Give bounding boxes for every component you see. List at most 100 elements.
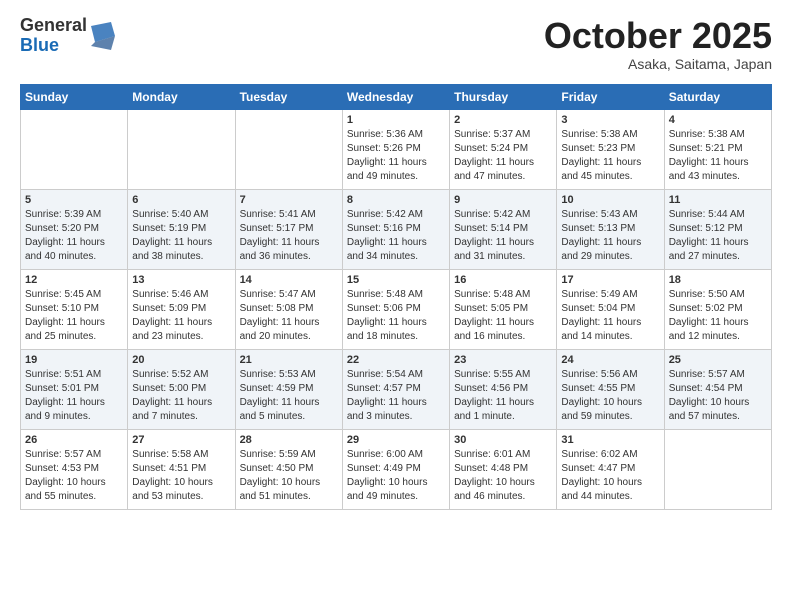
cell-info: Sunrise: 5:57 AMSunset: 4:53 PMDaylight:…	[25, 448, 123, 504]
cell-info: Sunrise: 5:39 AMSunset: 5:20 PMDaylight:…	[25, 208, 123, 264]
weekday-header-monday: Monday	[128, 84, 235, 109]
day-number: 5	[25, 194, 123, 206]
cell-info: Sunrise: 5:58 AMSunset: 4:51 PMDaylight:…	[132, 448, 230, 504]
day-number: 2	[454, 114, 552, 126]
day-number: 6	[132, 194, 230, 206]
logo-blue: Blue	[20, 36, 87, 56]
cell-info: Sunrise: 5:56 AMSunset: 4:55 PMDaylight:…	[561, 368, 659, 424]
calendar-cell: 15 Sunrise: 5:48 AMSunset: 5:06 PMDayligh…	[342, 269, 449, 349]
cell-info: Sunrise: 5:38 AMSunset: 5:23 PMDaylight:…	[561, 128, 659, 184]
cell-info: Sunrise: 5:43 AMSunset: 5:13 PMDaylight:…	[561, 208, 659, 264]
day-number: 20	[132, 354, 230, 366]
weekday-header-wednesday: Wednesday	[342, 84, 449, 109]
day-number: 17	[561, 274, 659, 286]
calendar-cell: 1Sunrise: 5:36 AMSunset: 5:26 PMDaylight…	[342, 109, 449, 189]
day-number: 29	[347, 434, 445, 446]
cell-info: Sunrise: 5:51 AMSunset: 5:01 PMDaylight:…	[25, 368, 123, 424]
day-number: 19	[25, 354, 123, 366]
calendar-cell: 22Sunrise: 5:54 AMSunset: 4:57 PMDayligh…	[342, 349, 449, 429]
cell-info: Sunrise: 5:40 AMSunset: 5:19 PMDaylight:…	[132, 208, 230, 264]
calendar-cell: 18 Sunrise: 5:50 AMSunset: 5:02 PMDayligh…	[664, 269, 771, 349]
cell-info: Sunrise: 6:01 AMSunset: 4:48 PMDaylight:…	[454, 448, 552, 504]
calendar-week-row: 26Sunrise: 5:57 AMSunset: 4:53 PMDayligh…	[21, 429, 772, 509]
calendar-cell: 10Sunrise: 5:43 AMSunset: 5:13 PMDayligh…	[557, 189, 664, 269]
cell-info: Sunrise: 5:42 AMSunset: 5:16 PMDaylight:…	[347, 208, 445, 264]
calendar-cell: 21Sunrise: 5:53 AMSunset: 4:59 PMDayligh…	[235, 349, 342, 429]
cell-info: Sunrise: 5:41 AMSunset: 5:17 PMDaylight:…	[240, 208, 338, 264]
calendar-cell: 31 Sunrise: 6:02 AMSunset: 4:47 PMDayligh…	[557, 429, 664, 509]
day-number: 9	[454, 194, 552, 206]
weekday-header-row: SundayMondayTuesdayWednesdayThursdayFrid…	[21, 84, 772, 109]
day-number: 14	[240, 274, 338, 286]
day-number: 3	[561, 114, 659, 126]
cell-info: Sunrise: 5:48 AMSunset: 5:06 PMDaylight:…	[347, 288, 445, 344]
day-number: 21	[240, 354, 338, 366]
calendar-cell: 20 Sunrise: 5:52 AMSunset: 5:00 PMDayligh…	[128, 349, 235, 429]
cell-info: Sunrise: 6:02 AMSunset: 4:47 PMDaylight:…	[561, 448, 659, 504]
cell-info: Sunrise: 5:55 AMSunset: 4:56 PMDaylight:…	[454, 368, 552, 424]
day-number: 8	[347, 194, 445, 206]
calendar-cell: 29 Sunrise: 6:00 AMSunset: 4:49 PMDayligh…	[342, 429, 449, 509]
day-number: 7	[240, 194, 338, 206]
cell-info: Sunrise: 5:44 AMSunset: 5:12 PMDaylight:…	[669, 208, 767, 264]
calendar-cell: 27Sunrise: 5:58 AMSunset: 4:51 PMDayligh…	[128, 429, 235, 509]
calendar-cell: 12 Sunrise: 5:45 AMSunset: 5:10 PMDayligh…	[21, 269, 128, 349]
calendar-cell: 25Sunrise: 5:57 AMSunset: 4:54 PMDayligh…	[664, 349, 771, 429]
weekday-header-tuesday: Tuesday	[235, 84, 342, 109]
day-number: 13	[132, 274, 230, 286]
day-number: 25	[669, 354, 767, 366]
calendar-cell: 4 Sunrise: 5:38 AMSunset: 5:21 PMDaylight…	[664, 109, 771, 189]
day-number: 31	[561, 434, 659, 446]
calendar-cell: 11 Sunrise: 5:44 AMSunset: 5:12 PMDayligh…	[664, 189, 771, 269]
calendar-cell: 13 Sunrise: 5:46 AMSunset: 5:09 PMDayligh…	[128, 269, 235, 349]
calendar-cell: 19 Sunrise: 5:51 AMSunset: 5:01 PMDayligh…	[21, 349, 128, 429]
calendar-cell: 2Sunrise: 5:37 AMSunset: 5:24 PMDaylight…	[450, 109, 557, 189]
cell-info: Sunrise: 5:52 AMSunset: 5:00 PMDaylight:…	[132, 368, 230, 424]
weekday-header-friday: Friday	[557, 84, 664, 109]
month-title: October 2025	[544, 16, 772, 56]
calendar-cell: 8 Sunrise: 5:42 AMSunset: 5:16 PMDaylight…	[342, 189, 449, 269]
day-number: 12	[25, 274, 123, 286]
calendar-table: SundayMondayTuesdayWednesdayThursdayFrid…	[20, 84, 772, 510]
cell-info: Sunrise: 5:45 AMSunset: 5:10 PMDaylight:…	[25, 288, 123, 344]
weekday-header-sunday: Sunday	[21, 84, 128, 109]
logo: General Blue	[20, 16, 115, 56]
day-number: 23	[454, 354, 552, 366]
header: General Blue October 2025 Asaka, Saitama…	[20, 16, 772, 72]
location: Asaka, Saitama, Japan	[544, 56, 772, 72]
weekday-header-thursday: Thursday	[450, 84, 557, 109]
day-number: 16	[454, 274, 552, 286]
calendar-cell: 3 Sunrise: 5:38 AMSunset: 5:23 PMDaylight…	[557, 109, 664, 189]
calendar-cell: 24 Sunrise: 5:56 AMSunset: 4:55 PMDayligh…	[557, 349, 664, 429]
calendar-week-row: 19 Sunrise: 5:51 AMSunset: 5:01 PMDayligh…	[21, 349, 772, 429]
logo-icon	[91, 22, 115, 50]
calendar-cell: 5 Sunrise: 5:39 AMSunset: 5:20 PMDaylight…	[21, 189, 128, 269]
calendar-week-row: 1Sunrise: 5:36 AMSunset: 5:26 PMDaylight…	[21, 109, 772, 189]
day-number: 28	[240, 434, 338, 446]
cell-info: Sunrise: 5:38 AMSunset: 5:21 PMDaylight:…	[669, 128, 767, 184]
weekday-header-saturday: Saturday	[664, 84, 771, 109]
cell-info: Sunrise: 5:59 AMSunset: 4:50 PMDaylight:…	[240, 448, 338, 504]
day-number: 24	[561, 354, 659, 366]
calendar-cell: 26Sunrise: 5:57 AMSunset: 4:53 PMDayligh…	[21, 429, 128, 509]
cell-info: Sunrise: 5:54 AMSunset: 4:57 PMDaylight:…	[347, 368, 445, 424]
cell-info: Sunrise: 5:48 AMSunset: 5:05 PMDaylight:…	[454, 288, 552, 344]
day-number: 4	[669, 114, 767, 126]
calendar-cell: 7 Sunrise: 5:41 AMSunset: 5:17 PMDaylight…	[235, 189, 342, 269]
page-container: General Blue October 2025 Asaka, Saitama…	[0, 0, 792, 520]
day-number: 15	[347, 274, 445, 286]
calendar-cell: 23 Sunrise: 5:55 AMSunset: 4:56 PMDayligh…	[450, 349, 557, 429]
calendar-cell: 14Sunrise: 5:47 AMSunset: 5:08 PMDayligh…	[235, 269, 342, 349]
day-number: 11	[669, 194, 767, 206]
cell-info: Sunrise: 5:49 AMSunset: 5:04 PMDaylight:…	[561, 288, 659, 344]
calendar-cell: 17 Sunrise: 5:49 AMSunset: 5:04 PMDayligh…	[557, 269, 664, 349]
cell-info: Sunrise: 5:36 AMSunset: 5:26 PMDaylight:…	[347, 128, 445, 184]
cell-info: Sunrise: 5:46 AMSunset: 5:09 PMDaylight:…	[132, 288, 230, 344]
calendar-cell: 9Sunrise: 5:42 AMSunset: 5:14 PMDaylight…	[450, 189, 557, 269]
cell-info: Sunrise: 5:50 AMSunset: 5:02 PMDaylight:…	[669, 288, 767, 344]
logo-general: General	[20, 16, 87, 36]
calendar-cell	[128, 109, 235, 189]
day-number: 18	[669, 274, 767, 286]
cell-info: Sunrise: 6:00 AMSunset: 4:49 PMDaylight:…	[347, 448, 445, 504]
day-number: 30	[454, 434, 552, 446]
